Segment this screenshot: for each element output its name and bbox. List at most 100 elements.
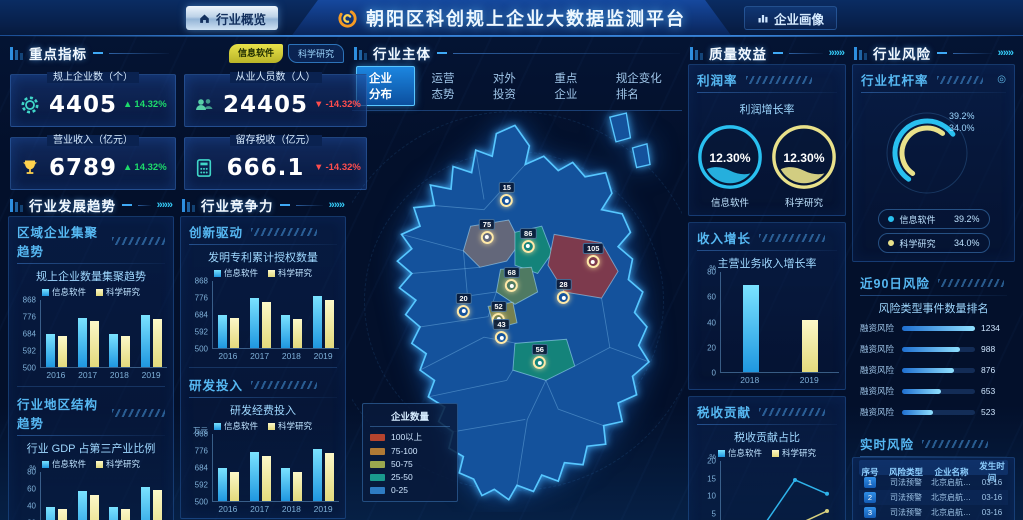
recent-risk-section: 近90日风险 风险类型事件数量排名 融资风险 1234 融资风险 988 融资风…	[852, 268, 1015, 429]
risk-rank-value: 653	[981, 386, 1007, 396]
stat-value: 666.1	[223, 155, 308, 181]
svg-text:12.30%: 12.30%	[783, 151, 824, 165]
leverage-value-2: 34.0%	[949, 123, 975, 133]
chart-gdp-ratio: 行业 GDP 占第三产业比例信息软件科学研究%02040608020162017…	[9, 436, 173, 520]
risk-rank-row: 融资风险 523	[860, 406, 1007, 418]
marker-value: 43	[493, 319, 509, 330]
hatch-decoration	[112, 237, 165, 245]
hatch-decoration	[937, 76, 983, 84]
quality-benefit-panel: 质量效益 »»» 利润率 利润增长率 12.30% 信息软件	[688, 42, 846, 520]
key-indicators-title: 重点指标	[29, 43, 87, 63]
leverage-value-1: 39.2%	[949, 111, 975, 121]
risk-rank-row: 融资风险 988	[860, 343, 1007, 355]
arrow-up-icon: ▲	[123, 99, 132, 110]
tab-规企变化排名[interactable]: 规企变化排名	[604, 67, 678, 105]
risk-rank-value: 523	[981, 407, 1007, 417]
legend-label: 50-75	[391, 459, 413, 469]
industry-competitiveness-panel: 行业竞争力 »»» 创新驱动 发明专利累计授权数量信息软件科学研究5005926…	[180, 194, 346, 520]
gauge-label: 信息软件	[711, 195, 749, 209]
hatch-decoration	[759, 408, 825, 416]
industry-main-tabs: 企业分布运营态势对外投资重点企业规企变化排名	[352, 64, 682, 111]
filter-tag[interactable]: 信息软件	[229, 44, 283, 63]
svg-text:12.30%: 12.30%	[709, 151, 750, 165]
stat-label: 营业收入（亿元）	[47, 135, 139, 146]
tab-对外投资[interactable]: 对外投资	[481, 67, 538, 105]
map-marker[interactable]: 68	[504, 267, 520, 292]
industry-risk-panel: 行业风险 »»» 行业杠杆率 ◎ 39.2%	[852, 42, 1015, 520]
realtime-risk-section: 实时风险 序号风险类型企业名称发生时间 1 司法预警 北京启航卓越科技有限公司 …	[852, 429, 1015, 520]
legend-label: 100以上	[391, 431, 422, 443]
profit-gauge: 12.30% 科学研究	[769, 122, 839, 209]
legend-swatch	[370, 474, 385, 481]
district-exclave	[610, 113, 631, 142]
key-indicator-cards: 规上企业数（个） 4405 ▲14.32% 从业人员数（人） 24405 ▼-1…	[8, 64, 346, 190]
map-marker[interactable]: 75	[479, 219, 495, 244]
risk-rank-label: 融资风险	[860, 364, 896, 376]
more-arrow[interactable]: »»»	[329, 199, 344, 211]
more-arrow[interactable]: »»»	[157, 199, 172, 211]
row-index: 1	[864, 477, 876, 488]
row-index: 2	[864, 492, 876, 503]
risk-rank-label: 融资风险	[860, 322, 896, 334]
leverage-value: 34.0%	[954, 238, 980, 248]
pin-icon	[480, 231, 493, 244]
leverage-legend-item: 科学研究 34.0%	[878, 233, 990, 253]
leverage-value: 39.2%	[954, 214, 980, 224]
main-grid: 重点指标 信息软件科学研究 规上企业数（个） 4405 ▲14.32% 从业人员…	[0, 36, 1023, 520]
map-legend-row: 75-100	[370, 446, 450, 456]
map-marker[interactable]: 86	[520, 228, 536, 253]
map-marker[interactable]: 105	[583, 243, 604, 268]
risk-rank-label: 融资风险	[860, 385, 896, 397]
target-icon[interactable]: ◎	[997, 74, 1006, 85]
map-marker[interactable]: 15	[499, 182, 515, 207]
filter-tag[interactable]: 科学研究	[288, 44, 344, 63]
section-subtitle: 创新驱动	[189, 222, 243, 241]
district-map: 15 75 86 105 68 28 20 52 43 56 企业数量 100以…	[352, 111, 682, 512]
stat-label: 留存税收（亿元）	[230, 135, 322, 146]
gauge-chart-title: 利润增长率	[689, 93, 845, 118]
stat-value: 6789	[49, 155, 117, 181]
leverage-donut: 39.2% 34.0%	[853, 93, 1014, 207]
industry-trend-panel: 行业发展趋势 »»» 区域企业集聚趋势 规上企业数量集聚趋势信息软件科学研究50…	[8, 194, 174, 520]
stat-value: 4405	[49, 92, 117, 118]
nav-enterprise-portrait[interactable]: 企业画像	[744, 6, 837, 30]
risk-type: 司法预警	[885, 492, 927, 503]
section-subtitle: 研发投入	[189, 375, 243, 394]
gear-icon	[20, 95, 40, 115]
legend-swatch	[370, 448, 385, 455]
stat-label: 规上企业数（个）	[47, 72, 139, 83]
table-header: 序号风险类型企业名称发生时间	[859, 460, 1008, 475]
leverage-donut-svg	[867, 95, 1001, 207]
pin-icon	[500, 194, 513, 207]
marker-value: 52	[490, 301, 506, 312]
realtime-risk-table: 序号风险类型企业名称发生时间 1 司法预警 北京启航卓越科技有限公司 03-16…	[852, 457, 1015, 520]
tab-运营态势[interactable]: 运营态势	[419, 67, 476, 105]
more-arrow[interactable]: »»»	[829, 47, 844, 59]
tab-重点企业[interactable]: 重点企业	[542, 67, 599, 105]
map-marker[interactable]: 20	[455, 293, 471, 318]
map-marker[interactable]: 28	[555, 279, 571, 304]
table-row: 1 司法预警 北京启航卓越科技有限公司 03-16	[859, 475, 1008, 490]
stat-delta: ▲14.32%	[123, 99, 169, 110]
marker-value: 105	[583, 243, 604, 254]
section-subtitle: 利润率	[697, 70, 738, 89]
map-marker[interactable]: 43	[493, 319, 509, 344]
industry-trend-title: 行业发展趋势	[29, 195, 116, 215]
marker-value: 68	[504, 267, 520, 278]
more-arrow[interactable]: »»»	[998, 47, 1013, 59]
panel-bars-icon	[354, 47, 367, 60]
risk-rank-row: 融资风险 876	[860, 364, 1007, 376]
pin-icon	[505, 279, 518, 292]
map-marker[interactable]: 56	[532, 344, 548, 369]
section-subtitle: 行业杠杆率	[861, 70, 929, 89]
title-bar: 朝阳区科创规上企业大数据监测平台	[292, 0, 732, 36]
map-legend-title: 企业数量	[370, 409, 450, 427]
nav-industry-overview[interactable]: 行业概览	[186, 6, 278, 30]
industry-main-panel: 行业主体 企业分布运营态势对外投资重点企业规企变化排名	[352, 42, 682, 512]
section-subtitle: 税收贡献	[697, 402, 751, 421]
hatch-decoration	[112, 409, 165, 417]
chart-rd-investment: 研发经费投入信息软件科学研究万元500592684776868201620172…	[181, 398, 345, 518]
arrow-down-icon: ▼	[314, 162, 323, 173]
leverage-section: 行业杠杆率 ◎ 39.2% 34.0% 信息软件 39.2%	[852, 64, 1015, 262]
leverage-name: 信息软件	[900, 213, 936, 226]
